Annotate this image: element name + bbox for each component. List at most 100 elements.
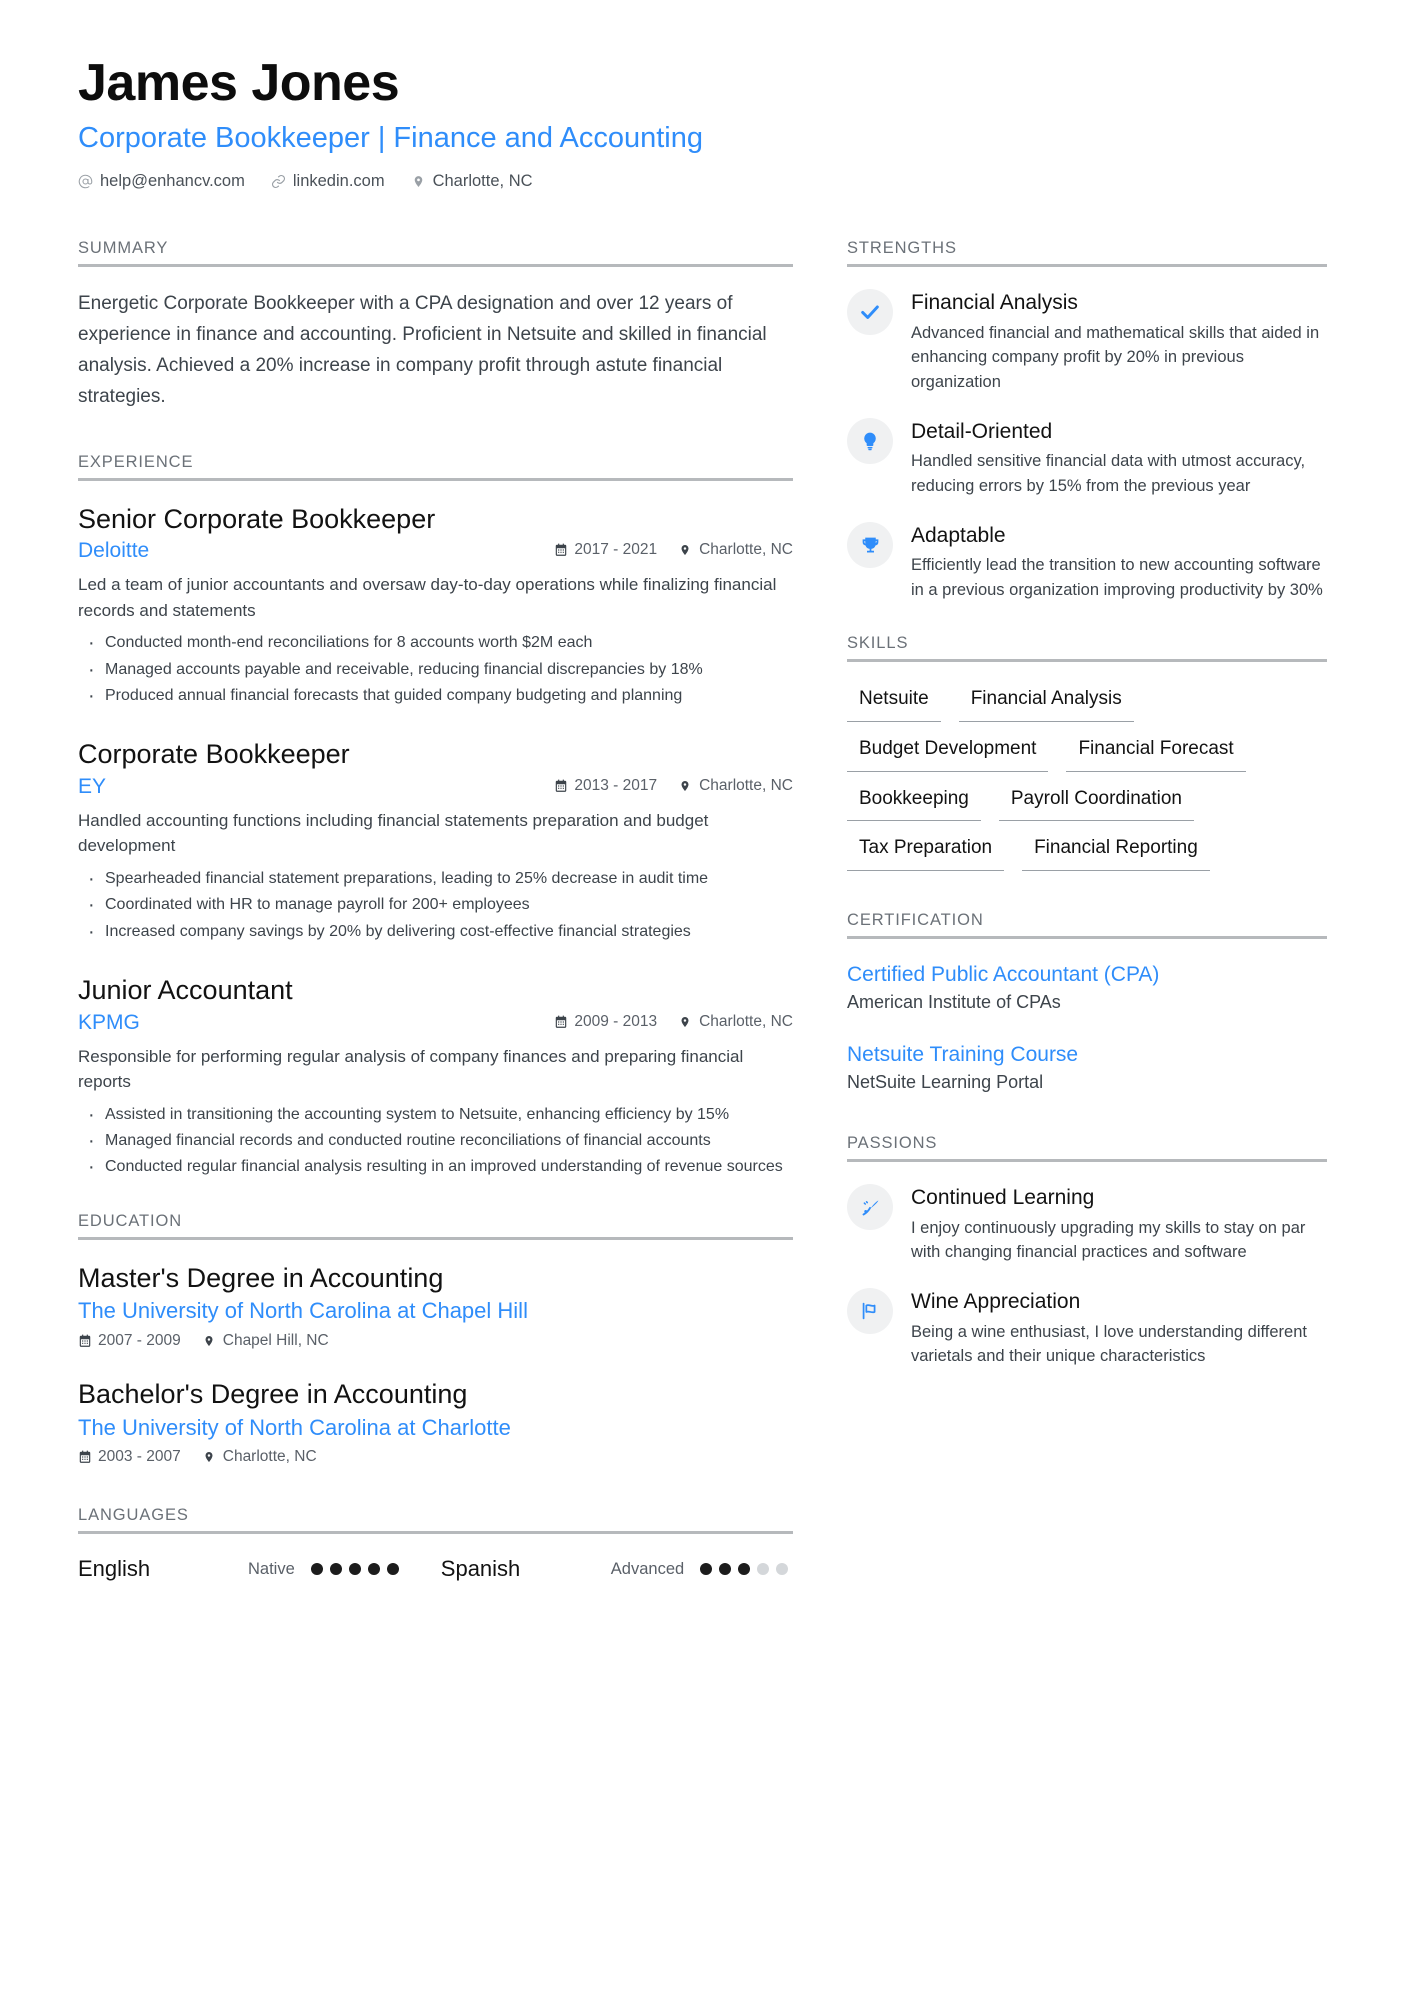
section-skills: SKILLS Netsuite Financial Analysis Budge…	[847, 634, 1327, 871]
job-dates-text: 2013 - 2017	[574, 776, 658, 794]
job-role: Junior Accountant	[78, 974, 293, 1005]
job-description: Responsible for performing regular analy…	[78, 1046, 744, 1092]
education-location-text: Charlotte, NC	[222, 1448, 317, 1466]
job-bullet: Managed financial records and conducted …	[78, 1126, 793, 1157]
skills-heading: SKILLS	[847, 634, 909, 653]
education-location-text: Chapel Hill, NC	[222, 1331, 329, 1349]
job-dates-text: 2017 - 2021	[574, 541, 658, 559]
summary-heading: SUMMARY	[78, 239, 169, 258]
job-bullet-list: Spearheaded financial statement preparat…	[78, 864, 793, 947]
job-company[interactable]: KPMG	[78, 1011, 140, 1035]
certification-item: Certified Public Accountant (CPA) Americ…	[847, 961, 1327, 1015]
certification-name[interactable]: Certified Public Accountant (CPA)	[847, 961, 1327, 988]
location-pin-icon	[679, 779, 693, 793]
location-pin-icon	[679, 543, 693, 557]
job-location-text: Charlotte, NC	[699, 776, 793, 794]
skill-chip: Bookkeeping	[847, 784, 981, 822]
education-degree: Bachelor's Degree in Accounting	[78, 1378, 468, 1409]
summary-text: Energetic Corporate Bookkeeper with a CP…	[78, 293, 767, 407]
language-row: English Native Spanish Advanced	[78, 1556, 793, 1582]
strength-badge	[847, 522, 893, 569]
strength-item: Adaptable Efficiently lead the transitio…	[847, 522, 1327, 602]
section-experience: EXPERIENCE Senior Corporate Bookkeeper D…	[78, 452, 793, 1183]
rating-dot	[386, 1563, 399, 1576]
rating-dot	[700, 1563, 713, 1576]
language-rating	[700, 1563, 789, 1576]
skill-chip: Payroll Coordination	[998, 784, 1194, 822]
job-bullet: Conducted month-end reconciliations for …	[78, 628, 793, 659]
job-location-text: Charlotte, NC	[699, 541, 793, 559]
right-column: STRENGTHS Financial Analysis Advanced fi…	[847, 239, 1327, 1374]
rocket-icon	[860, 1197, 881, 1218]
contact-email-text: help@enhancv.com	[100, 172, 245, 191]
section-strengths: STRENGTHS Financial Analysis Advanced fi…	[847, 239, 1327, 602]
passion-title: Wine Appreciation	[911, 1290, 1081, 1314]
education-dates: 2007 - 2009	[78, 1332, 181, 1350]
rating-dot-empty	[757, 1563, 770, 1576]
education-heading: EDUCATION	[78, 1211, 183, 1230]
strengths-heading: STRENGTHS	[847, 239, 957, 258]
lightbulb-icon	[860, 431, 880, 451]
calendar-icon	[554, 779, 568, 793]
contact-linkedin[interactable]: linkedin.com	[271, 172, 385, 191]
education-degree: Master's Degree in Accounting	[78, 1262, 444, 1293]
skill-chip: Tax Preparation	[847, 833, 1005, 871]
strength-title: Adaptable	[911, 524, 1006, 548]
section-education: EDUCATION Master's Degree in Accounting …	[78, 1212, 793, 1467]
calendar-icon	[554, 1015, 568, 1029]
strength-description: Advanced financial and mathematical skil…	[911, 323, 1320, 391]
skill-chip: Netsuite	[847, 684, 941, 722]
job-location-text: Charlotte, NC	[699, 1012, 793, 1030]
education-dates-text: 2003 - 2007	[98, 1448, 181, 1466]
skill-chip: Budget Development	[847, 734, 1049, 772]
language-item: Spanish Advanced	[441, 1556, 789, 1582]
rating-dot	[310, 1563, 323, 1576]
job-bullet: Spearheaded financial statement preparat…	[78, 864, 793, 895]
job-bullet: Produced annual financial forecasts that…	[78, 681, 793, 712]
strength-badge	[847, 417, 893, 464]
rating-dot	[719, 1563, 732, 1576]
job-company[interactable]: Deloitte	[78, 539, 149, 563]
rating-dot	[329, 1563, 342, 1576]
language-item: English Native	[78, 1556, 399, 1582]
calendar-icon	[78, 1450, 92, 1464]
job-bullet: Assisted in transitioning the accounting…	[78, 1100, 793, 1131]
resume-page: James Jones Corporate Bookkeeper | Finan…	[0, 0, 1410, 1995]
passion-item: Continued Learning I enjoy continuously …	[847, 1184, 1327, 1264]
experience-heading: EXPERIENCE	[78, 452, 194, 471]
contact-location-text: Charlotte, NC	[432, 172, 533, 191]
left-column: SUMMARY Energetic Corporate Bookkeeper w…	[78, 239, 793, 1588]
calendar-icon	[554, 543, 568, 557]
resume-header: James Jones Corporate Bookkeeper | Finan…	[78, 54, 1332, 191]
strength-item: Detail-Oriented Handled sensitive financ…	[847, 417, 1327, 498]
strength-description: Efficiently lead the transition to new a…	[911, 556, 1323, 599]
education-location: Chapel Hill, NC	[203, 1332, 329, 1350]
education-school[interactable]: The University of North Carolina at Chap…	[78, 1297, 793, 1326]
job-dates-text: 2009 - 2013	[574, 1012, 658, 1030]
experience-entry: Senior Corporate Bookkeeper Deloitte 201…	[78, 503, 793, 712]
passions-heading: PASSIONS	[847, 1134, 938, 1153]
job-role: Senior Corporate Bookkeeper	[78, 503, 436, 534]
contact-email[interactable]: help@enhancv.com	[78, 172, 245, 191]
education-entry: Bachelor's Degree in Accounting The Univ…	[78, 1378, 793, 1466]
education-dates: 2003 - 2007	[78, 1448, 181, 1466]
language-rating	[310, 1563, 399, 1576]
contact-linkedin-text: linkedin.com	[292, 172, 385, 191]
certification-name[interactable]: Netsuite Training Course	[847, 1041, 1327, 1068]
language-level: Native	[248, 1559, 295, 1578]
skill-chip: Financial Reporting	[1022, 833, 1210, 871]
job-bullet-list: Assisted in transitioning the accounting…	[78, 1100, 793, 1183]
check-icon	[859, 301, 881, 323]
contact-row: help@enhancv.com linkedin.com Charlotte,…	[78, 172, 1332, 191]
job-company[interactable]: EY	[78, 775, 106, 799]
rating-dot-empty	[776, 1563, 789, 1576]
education-entry: Master's Degree in Accounting The Univer…	[78, 1262, 793, 1350]
experience-entry: Junior Accountant KPMG 2009 - 2013 Charl…	[78, 974, 793, 1183]
job-location: Charlotte, NC	[679, 1013, 793, 1031]
trophy-icon	[860, 535, 881, 556]
education-school[interactable]: The University of North Carolina at Char…	[78, 1414, 793, 1443]
flag-icon	[859, 1300, 881, 1322]
rating-dot	[348, 1563, 361, 1576]
experience-entry: Corporate Bookkeeper EY 2013 - 2017 Char…	[78, 738, 793, 947]
job-role: Corporate Bookkeeper	[78, 739, 350, 770]
